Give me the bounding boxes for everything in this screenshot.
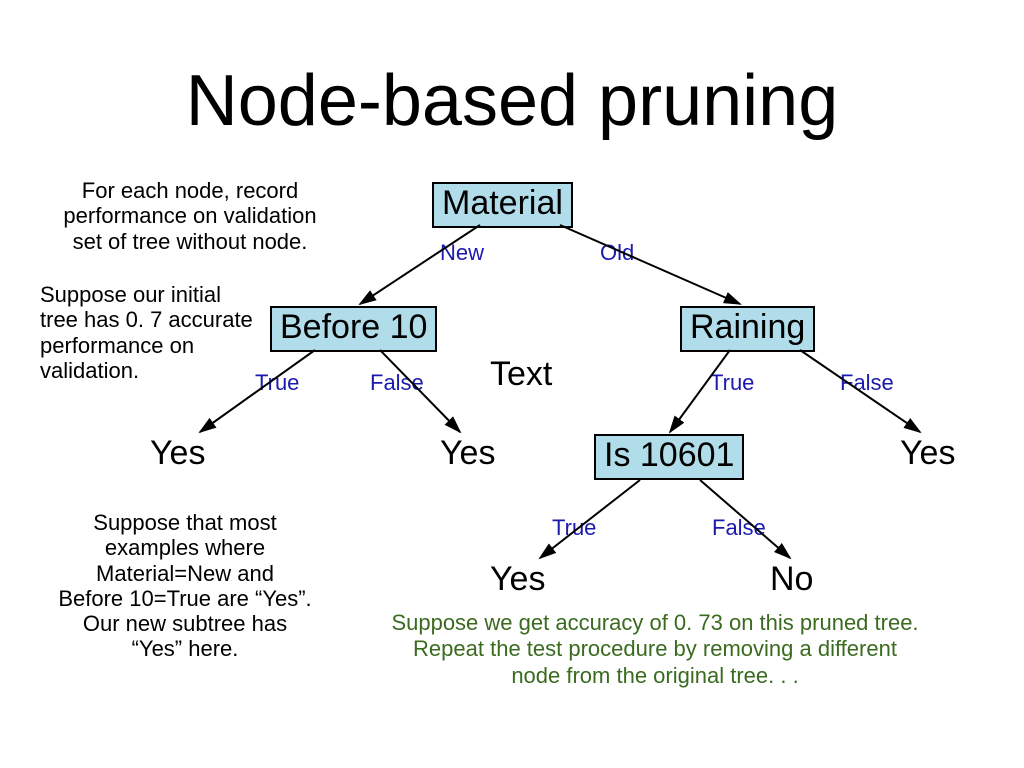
annotation-1: For each node, recordperformance on vali… <box>60 178 320 254</box>
annotation-3: Suppose that mostexamples whereMaterial=… <box>55 510 315 662</box>
node-is10601: Is 10601 <box>594 434 744 480</box>
leaf-yes-1: Yes <box>150 434 205 473</box>
node-before10: Before 10 <box>270 306 437 352</box>
node-material: Material <box>432 182 573 228</box>
leaf-yes-4: Yes <box>490 560 545 599</box>
edge-old: Old <box>600 240 634 266</box>
leaf-yes-2: Yes <box>440 434 495 473</box>
text-label: Text <box>490 355 552 394</box>
edge-false-2: False <box>840 370 894 396</box>
edge-true-2: True <box>710 370 754 396</box>
bottom-note: Suppose we get accuracy of 0. 73 on this… <box>330 610 980 689</box>
leaf-no: No <box>770 560 813 599</box>
edge-false-1: False <box>370 370 424 396</box>
slide-title: Node-based pruning <box>0 60 1024 142</box>
edge-new: New <box>440 240 484 266</box>
edge-true-1: True <box>255 370 299 396</box>
edge-true-3: True <box>552 515 596 541</box>
edge-false-3: False <box>712 515 766 541</box>
leaf-yes-3: Yes <box>900 434 955 473</box>
annotation-2: Suppose our initialtree has 0. 7 accurat… <box>40 282 270 383</box>
node-raining: Raining <box>680 306 815 352</box>
